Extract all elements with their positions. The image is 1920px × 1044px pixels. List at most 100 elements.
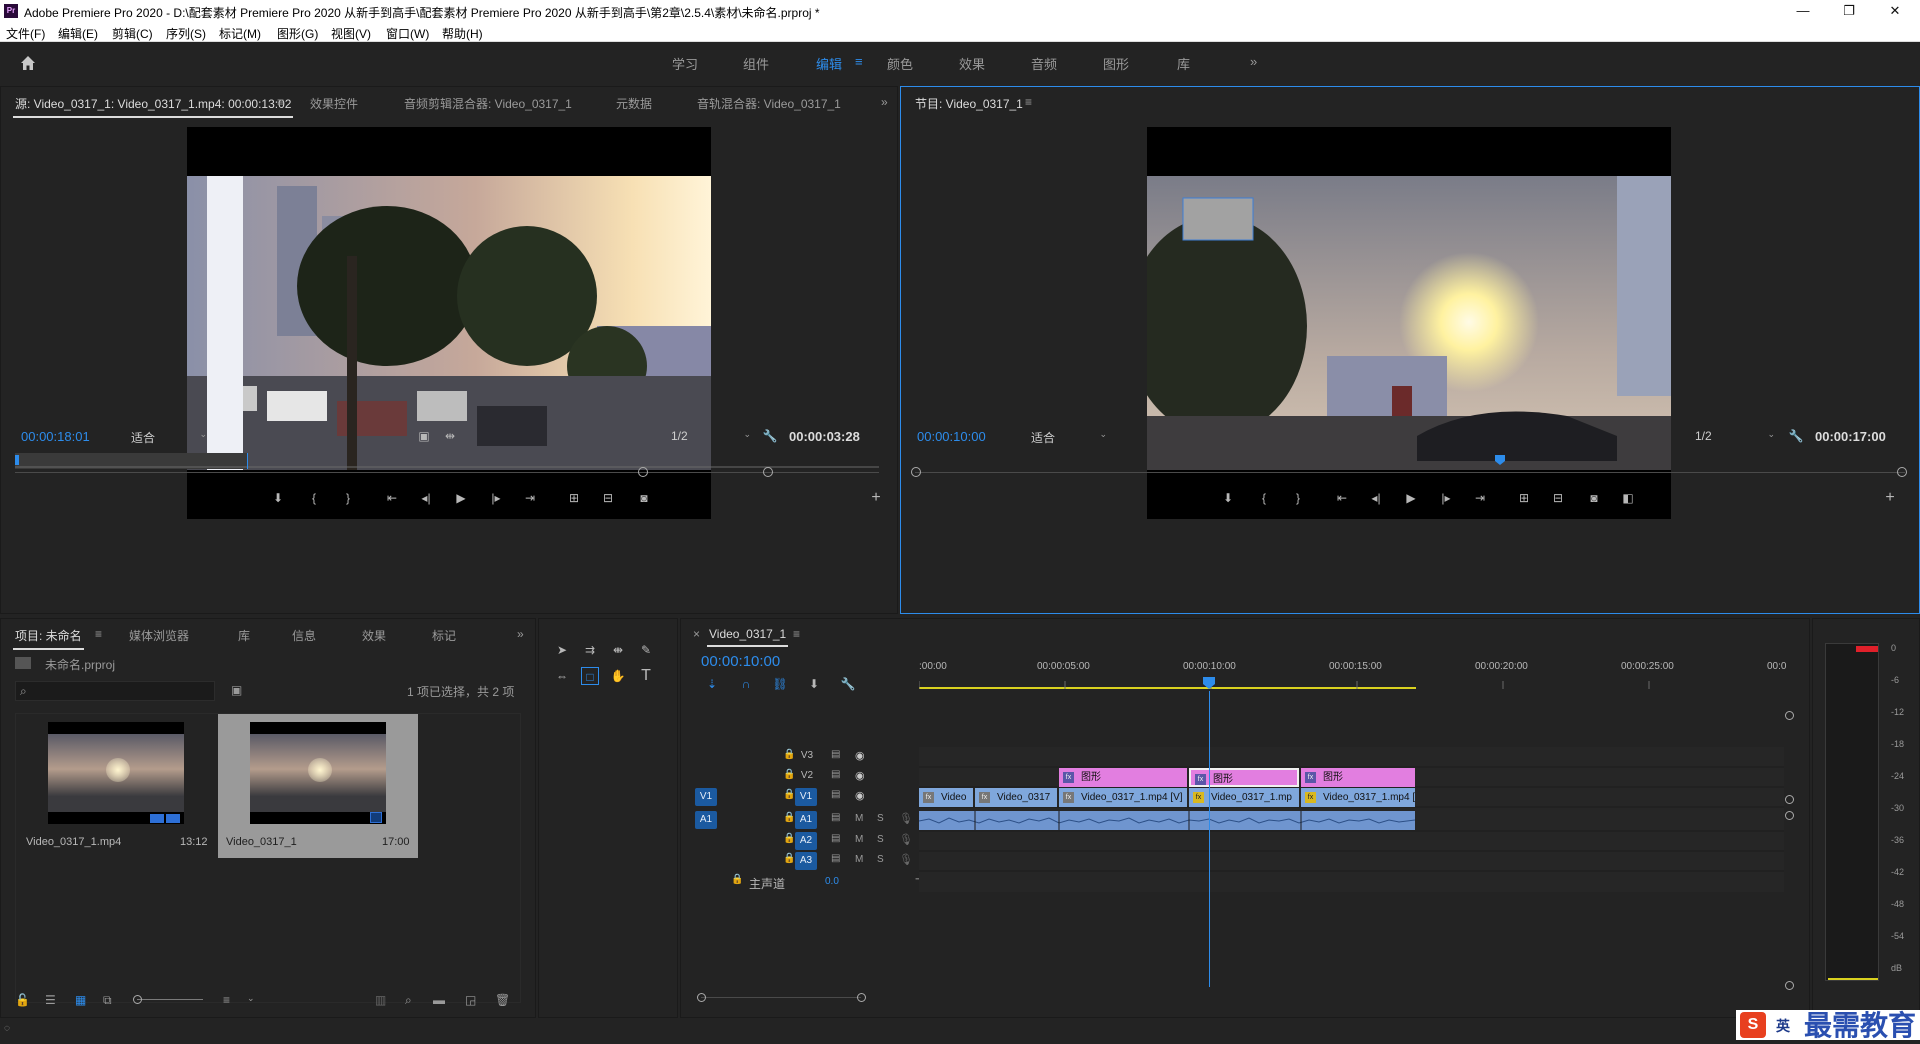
- video-clip[interactable]: fx Video_0317: [975, 788, 1057, 807]
- tab-libraries[interactable]: 库: [238, 627, 250, 644]
- workspace-libraries[interactable]: 库: [1177, 54, 1190, 73]
- source-patch-a1[interactable]: A1: [695, 811, 717, 829]
- program-zoom-handle-right[interactable]: [1897, 467, 1907, 477]
- linked-selection-icon[interactable]: ⛓: [771, 675, 789, 693]
- program-playhead-timecode[interactable]: 00:00:10:00: [917, 429, 986, 444]
- source-playhead-timecode[interactable]: 00:00:18:01: [21, 429, 90, 444]
- source-zoom-handle-right[interactable]: [763, 467, 773, 477]
- timeline-playhead-timecode[interactable]: 00:00:10:00: [701, 653, 780, 670]
- track-name[interactable]: A2: [795, 832, 817, 850]
- timeline-time-ruler[interactable]: [918, 677, 1784, 691]
- eye-icon[interactable]: ◉: [855, 749, 865, 762]
- lock-icon[interactable]: 🔓: [15, 993, 30, 1007]
- track-name[interactable]: V2: [797, 770, 817, 781]
- new-item-icon[interactable]: ◲: [465, 993, 476, 1007]
- program-fit-select[interactable]: 适合 ⌄: [1031, 429, 1107, 445]
- tab-audio-track-mixer[interactable]: 音轨混合器: Video_0317_1: [697, 95, 841, 112]
- video-scroll-handle[interactable]: [1785, 795, 1794, 804]
- step-forward-icon[interactable]: |▸: [487, 489, 505, 507]
- go-to-out-icon[interactable]: ⇥: [1471, 489, 1489, 507]
- zoom-slider-handle[interactable]: [133, 995, 142, 1004]
- lock-icon[interactable]: 🔒: [783, 769, 795, 780]
- graphic-clip-selected[interactable]: fx 图形: [1189, 768, 1299, 787]
- track-name[interactable]: A1: [795, 811, 817, 829]
- mute-button[interactable]: M: [855, 834, 863, 845]
- wrench-icon[interactable]: 🔧: [1787, 427, 1805, 445]
- workspace-color[interactable]: 颜色: [887, 54, 913, 73]
- add-marker-icon[interactable]: ⬇: [1219, 489, 1237, 507]
- tab-program-menu-icon[interactable]: ≡: [1025, 95, 1032, 109]
- camera-icon[interactable]: ◙: [635, 489, 653, 507]
- source-settings-square-icon[interactable]: ▣: [415, 427, 433, 445]
- new-bin-from-search-icon[interactable]: ▣: [231, 683, 242, 697]
- track-name[interactable]: A3: [795, 852, 817, 870]
- solo-button[interactable]: S: [877, 834, 884, 845]
- program-zoom-bar[interactable]: [915, 472, 1905, 473]
- go-to-in-icon[interactable]: ⇤: [1333, 489, 1351, 507]
- timeline-zoom-bar[interactable]: [701, 997, 861, 998]
- mark-in-icon[interactable]: {: [1255, 489, 1273, 507]
- workspace-effects[interactable]: 效果: [959, 54, 985, 73]
- menu-edit[interactable]: 编辑(E): [58, 25, 98, 42]
- lock-icon[interactable]: 🔒: [731, 874, 743, 885]
- sync-lock-icon[interactable]: ▤: [831, 833, 840, 844]
- menu-window[interactable]: 窗口(W): [386, 25, 429, 42]
- comparison-view-icon[interactable]: ◧: [1619, 489, 1637, 507]
- clip-indicator[interactable]: [1856, 646, 1878, 652]
- timeline-tab-close-icon[interactable]: ×: [693, 627, 700, 641]
- automate-to-sequence-icon[interactable]: ▥: [375, 993, 386, 1007]
- timeline-zoom-handle-left[interactable]: [697, 993, 706, 1002]
- tab-media-browser[interactable]: 媒体浏览器: [129, 627, 189, 644]
- track-name[interactable]: V3: [797, 750, 817, 761]
- lock-icon[interactable]: 🔒: [783, 749, 795, 760]
- source-patch-v1[interactable]: V1: [695, 788, 717, 806]
- minimize-button[interactable]: —: [1780, 2, 1826, 20]
- sync-lock-icon[interactable]: ▤: [831, 853, 840, 864]
- menu-graphics[interactable]: 图形(G): [277, 25, 318, 42]
- razor-tool-icon[interactable]: ✎: [637, 641, 655, 659]
- source-time-ruler[interactable]: [15, 453, 879, 469]
- tab-project-menu-icon[interactable]: ≡: [95, 627, 102, 641]
- tab-info[interactable]: 信息: [292, 627, 316, 644]
- close-button[interactable]: ✕: [1872, 2, 1918, 20]
- audio-scroll-handle[interactable]: [1785, 811, 1794, 820]
- new-bin-icon[interactable]: ▬: [433, 993, 445, 1007]
- tab-audio-clip-mixer[interactable]: 音频剪辑混合器: Video_0317_1: [404, 95, 572, 112]
- camera-icon[interactable]: ◙: [1585, 489, 1603, 507]
- microphone-icon[interactable]: 🎙: [899, 812, 913, 825]
- sort-icon[interactable]: ≡: [223, 993, 230, 1007]
- find-icon[interactable]: ⌕: [405, 993, 412, 1008]
- mark-in-icon[interactable]: {: [305, 489, 323, 507]
- video-clip[interactable]: fx Video: [919, 788, 973, 807]
- menu-help[interactable]: 帮助(H): [442, 25, 483, 42]
- audio-scroll-handle[interactable]: [1785, 981, 1794, 990]
- solo-button[interactable]: S: [877, 813, 884, 824]
- lock-icon[interactable]: 🔒: [783, 853, 795, 864]
- type-tool-icon[interactable]: T: [637, 667, 655, 685]
- video-clip[interactable]: fx Video_0317_1.mp4 [: [1301, 788, 1415, 807]
- list-view-icon[interactable]: ☰: [45, 993, 56, 1007]
- menu-clip[interactable]: 剪辑(C): [112, 25, 153, 42]
- tab-project[interactable]: 项目: 未命名: [13, 627, 84, 650]
- audio-clips-a1[interactable]: [918, 811, 1416, 830]
- source-add-button-icon[interactable]: +: [867, 489, 885, 507]
- sync-lock-icon[interactable]: ▤: [831, 789, 840, 800]
- play-icon[interactable]: ▶: [1402, 489, 1420, 507]
- sync-lock-icon[interactable]: ▤: [831, 749, 840, 760]
- snap-icon[interactable]: ∩: [737, 675, 755, 693]
- workspace-assembly[interactable]: 组件: [743, 54, 769, 73]
- step-forward-icon[interactable]: |▸: [1437, 489, 1455, 507]
- master-track-volume[interactable]: 0.0: [825, 876, 839, 887]
- play-icon[interactable]: ▶: [452, 489, 470, 507]
- trash-icon[interactable]: 🗑: [495, 993, 510, 1007]
- wrench-icon[interactable]: 🔧: [761, 427, 779, 445]
- menu-marker[interactable]: 标记(M): [219, 25, 261, 42]
- project-search-input[interactable]: ⌕: [15, 681, 215, 701]
- workspace-more-icon[interactable]: »: [1250, 54, 1257, 69]
- tab-markers[interactable]: 标记: [432, 627, 456, 644]
- step-back-icon[interactable]: ◂|: [1367, 489, 1385, 507]
- chevron-down-icon[interactable]: ⌄: [247, 993, 255, 1004]
- timeline-playhead[interactable]: [1209, 691, 1210, 987]
- insert-icon[interactable]: ⊞: [565, 489, 583, 507]
- workspace-editing[interactable]: 编辑: [816, 54, 842, 73]
